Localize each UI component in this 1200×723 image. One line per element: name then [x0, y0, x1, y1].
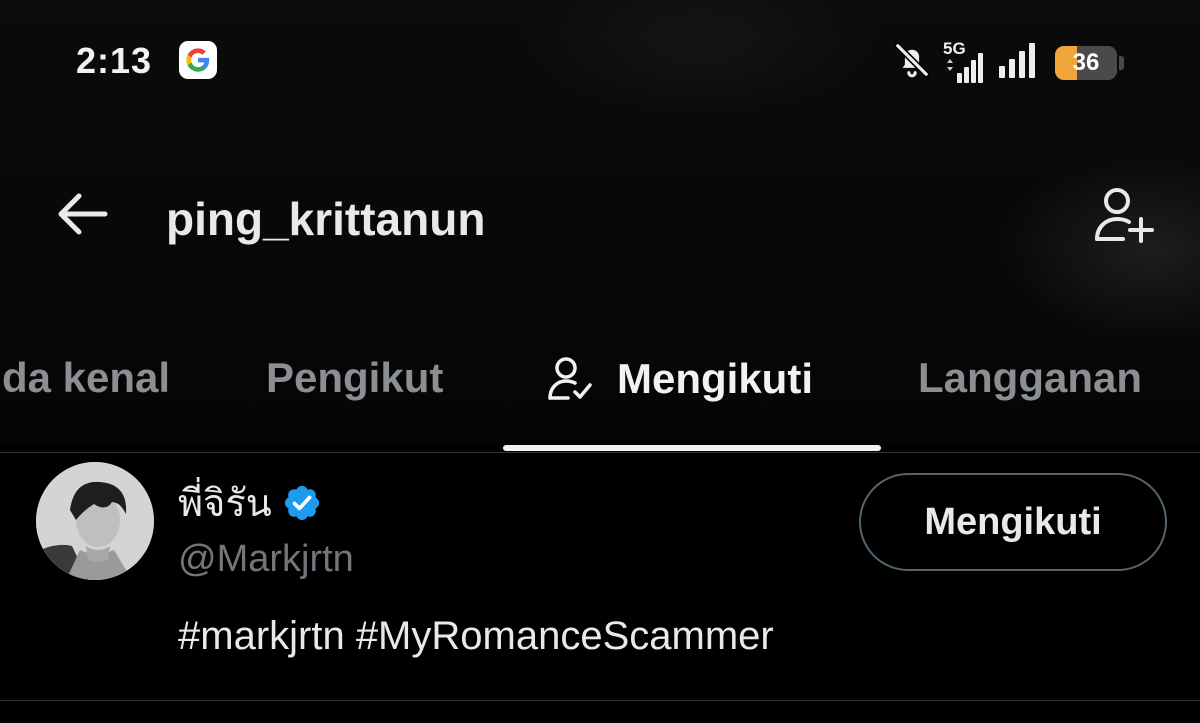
tab-bar: da kenal Pengikut Mengikuti Langganan [0, 340, 1200, 452]
divider [0, 452, 1200, 453]
back-button[interactable] [50, 186, 114, 246]
user-handle: @Markjrtn [178, 538, 354, 580]
tab-subscriptions[interactable]: Langganan [918, 354, 1142, 402]
status-time: 2:13 [76, 40, 153, 81]
add-user-button[interactable] [1086, 180, 1162, 256]
bell-muted-icon [893, 40, 931, 85]
display-name: พี่จิรัน [178, 483, 272, 525]
page-title: ping_krittanun [166, 193, 486, 245]
tab-label: Mengikuti [617, 355, 813, 402]
tab-known[interactable]: da kenal [2, 354, 170, 402]
battery-icon: 36 [1055, 45, 1117, 80]
following-button[interactable]: Mengikuti [859, 473, 1167, 571]
user-bio: #markjrtn #MyRomanceScammer [178, 614, 774, 658]
divider [0, 700, 1200, 701]
tab-label: da kenal [2, 354, 171, 401]
user-name[interactable]: พี่จิรัน [178, 472, 322, 533]
signal-icon [997, 42, 1043, 83]
google-icon [179, 41, 217, 79]
verified-badge-icon [282, 483, 322, 523]
user-check-icon [545, 354, 595, 404]
tab-following[interactable]: Mengikuti [545, 354, 813, 404]
status-icons: 5G 36 [893, 39, 1124, 85]
signal-5g-icon: 5G [943, 39, 985, 85]
avatar[interactable] [36, 462, 154, 580]
active-tab-indicator [503, 445, 881, 451]
battery-level: 36 [1072, 48, 1100, 76]
battery-tip [1119, 55, 1124, 70]
tab-label: Pengikut [266, 354, 444, 401]
tab-label: Langganan [918, 354, 1143, 401]
tab-followers[interactable]: Pengikut [266, 354, 443, 402]
add-user-icon [1091, 183, 1157, 254]
arrow-left-icon [55, 191, 109, 242]
